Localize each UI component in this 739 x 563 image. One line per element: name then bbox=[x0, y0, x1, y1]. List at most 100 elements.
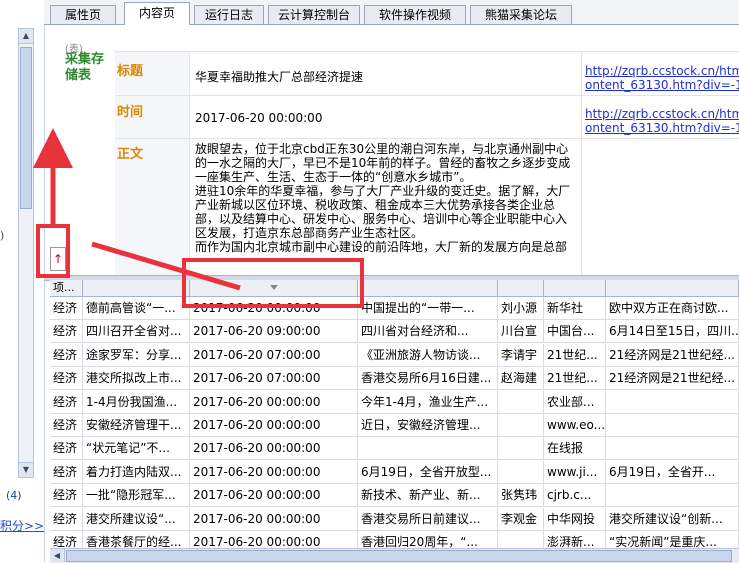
grid-cell[interactable]: 刘小源 bbox=[498, 297, 544, 320]
grid-header-cell[interactable] bbox=[498, 280, 544, 296]
grid-cell[interactable]: 香港回归20周年，“... bbox=[358, 531, 498, 548]
grid-header-cell[interactable] bbox=[606, 280, 739, 296]
grid-cell[interactable]: 21世纪... bbox=[544, 367, 606, 391]
grid-cell[interactable]: 澎湃新... bbox=[544, 531, 606, 548]
grid-cell[interactable]: 新华社 bbox=[544, 297, 606, 320]
grid-cell[interactable]: 港交所拟改上市... bbox=[83, 367, 190, 391]
grid-cell[interactable]: 中国提出的“一带一... bbox=[358, 297, 498, 320]
grid-cell[interactable]: 2017-06-20 00:00:00 bbox=[190, 297, 358, 320]
grid-horizontal-scrollbar[interactable]: ◀ bbox=[50, 548, 739, 563]
left-vertical-scrollbar[interactable]: ▲ ▼ bbox=[18, 28, 34, 478]
grid-cell[interactable]: 2017-06-20 07:00:00 bbox=[190, 343, 358, 367]
tab-properties[interactable]: 属性页 bbox=[50, 5, 116, 24]
scroll-thumb[interactable] bbox=[66, 550, 732, 562]
grid-cell[interactable]: 经济 bbox=[50, 320, 83, 344]
grid-cell[interactable]: 21世纪... bbox=[544, 343, 606, 367]
grid-cell[interactable]: 经济 bbox=[50, 414, 83, 437]
grid-cell[interactable]: 2017-06-20 00:00:00 bbox=[190, 390, 358, 414]
grid-cell[interactable]: 6月19日，全省开放型... bbox=[358, 460, 498, 484]
grid-cell[interactable]: 2017-06-20 00:00:00 bbox=[190, 507, 358, 531]
grid-cell[interactable]: 2017-06-20 00:00:00 bbox=[190, 414, 358, 437]
grid-cell[interactable]: 经济 bbox=[50, 507, 83, 531]
grid-cell[interactable]: 《亚洲旅游人物访谈... bbox=[358, 343, 498, 367]
grid-cell[interactable]: 农业部... bbox=[544, 390, 606, 414]
grid-cell[interactable]: www.ji... bbox=[544, 460, 606, 484]
grid-cell[interactable]: 香港茶餐厅的经... bbox=[83, 531, 190, 548]
grid-cell[interactable]: 2017-06-20 00:00:00 bbox=[190, 460, 358, 484]
url-link-time[interactable]: http://zqrb.ccstock.cn/html/20 ontent_63… bbox=[585, 107, 739, 135]
grid-header-cell[interactable] bbox=[358, 280, 498, 296]
grid-cell[interactable]: 近日，安徽经济管理... bbox=[358, 414, 498, 437]
grid-cell[interactable]: 安徽经济管理干... bbox=[83, 414, 190, 437]
tab-cloud-console[interactable]: 云计算控制台 bbox=[268, 5, 360, 24]
grid-cell[interactable]: 中国台... bbox=[544, 320, 606, 344]
tab-video[interactable]: 软件操作视频 bbox=[364, 5, 466, 24]
grid-cell[interactable]: 赵海建 bbox=[498, 367, 544, 391]
grid-cell[interactable] bbox=[498, 460, 544, 484]
grid-cell[interactable]: 香港交易所日前建议... bbox=[358, 507, 498, 531]
scroll-down-icon[interactable]: ▼ bbox=[19, 462, 33, 477]
grid-cell[interactable]: 川台宣 bbox=[498, 320, 544, 344]
grid-cell[interactable]: 2017-06-20 09:00:00 bbox=[190, 320, 358, 344]
grid-cell[interactable]: 6月14日至15日，四川... bbox=[606, 320, 739, 344]
scroll-left-icon[interactable]: ◀ bbox=[50, 549, 65, 562]
points-link[interactable]: 积分>> bbox=[0, 517, 44, 534]
grid-cell[interactable]: 2017-06-20 00:00:00 bbox=[190, 531, 358, 548]
grid-cell[interactable]: 21经济网是21世纪经... bbox=[606, 367, 739, 391]
grid-cell[interactable]: 1-4月份我国渔... bbox=[83, 390, 190, 414]
grid-cell[interactable]: 经济 bbox=[50, 297, 83, 320]
grid-header-cell[interactable] bbox=[544, 280, 606, 296]
grid-cell[interactable] bbox=[606, 390, 739, 414]
grid-cell[interactable]: 6月19日，全省开... bbox=[606, 460, 739, 484]
grid-cell[interactable]: 张隽玮 bbox=[498, 484, 544, 508]
scroll-up-icon[interactable]: ▲ bbox=[19, 29, 33, 44]
grid-cell[interactable]: 经济 bbox=[50, 531, 83, 548]
grid-cell[interactable]: www.eo... bbox=[544, 414, 606, 437]
grid-cell[interactable]: 经济 bbox=[50, 343, 83, 367]
grid-cell[interactable]: 经济 bbox=[50, 460, 83, 484]
grid-header-cell[interactable]: 项... bbox=[50, 280, 83, 296]
grid-cell[interactable] bbox=[606, 484, 739, 508]
grid-cell[interactable]: cjrb.c... bbox=[544, 484, 606, 508]
grid-cell[interactable]: 四川省对台经济和... bbox=[358, 320, 498, 344]
grid-cell[interactable]: 经济 bbox=[50, 367, 83, 391]
grid-cell[interactable] bbox=[498, 531, 544, 548]
grid-cell[interactable]: 一批“隐形冠军... bbox=[83, 484, 190, 508]
grid-cell[interactable]: “实况新闻”是重庆... bbox=[606, 531, 739, 548]
grid-cell[interactable]: 德前高管谈“一... bbox=[83, 297, 190, 320]
grid-cell[interactable]: 欧中双方正在商讨欧... bbox=[606, 297, 739, 320]
grid-cell[interactable] bbox=[498, 414, 544, 437]
tab-content[interactable]: 内容页 bbox=[124, 2, 190, 25]
grid-cell[interactable] bbox=[498, 437, 544, 461]
grid-cell[interactable]: 新技术、新产业、新... bbox=[358, 484, 498, 508]
grid-cell[interactable]: 经济 bbox=[50, 484, 83, 508]
grid-cell[interactable]: 在线报 bbox=[544, 437, 606, 461]
grid-cell[interactable]: 经济 bbox=[50, 437, 83, 461]
grid-cell[interactable]: 途家罗军：分享... bbox=[83, 343, 190, 367]
url-link-title[interactable]: http://zqrb.ccstock.cn/html/20 ontent_63… bbox=[585, 64, 739, 92]
grid-cell[interactable]: 2017-06-20 07:00:00 bbox=[190, 367, 358, 391]
grid-cell[interactable]: 港交所建议设“创新... bbox=[606, 507, 739, 531]
grid-cell[interactable]: 四川召开全省对... bbox=[83, 320, 190, 344]
grid-cell[interactable]: 中华网投 bbox=[544, 507, 606, 531]
grid-cell[interactable]: 今年1-4月，渔业生产... bbox=[358, 390, 498, 414]
grid-cell[interactable]: 香港交易所6月16日建... bbox=[358, 367, 498, 391]
grid-cell[interactable]: “状元笔记”不... bbox=[83, 437, 190, 461]
grid-cell[interactable]: 21经济网是21世纪经... bbox=[606, 343, 739, 367]
grid-cell[interactable]: 2017-06-20 00:00:00 bbox=[190, 437, 358, 461]
grid-cell[interactable] bbox=[358, 437, 498, 461]
grid-cell[interactable]: 李请宇 bbox=[498, 343, 544, 367]
scroll-thumb[interactable] bbox=[20, 47, 32, 209]
grid-cell[interactable]: 着力打造内陆双... bbox=[83, 460, 190, 484]
tab-run-log[interactable]: 运行日志 bbox=[194, 5, 264, 24]
tab-forum[interactable]: 熊猫采集论坛 bbox=[470, 5, 572, 24]
grid-cell[interactable]: 经济 bbox=[50, 390, 83, 414]
grid-cell[interactable]: 李观金 bbox=[498, 507, 544, 531]
grid-header-cell[interactable] bbox=[83, 280, 190, 296]
grid-cell[interactable] bbox=[606, 414, 739, 437]
toggle-panel-button[interactable]: ↑ bbox=[50, 247, 66, 271]
grid-cell[interactable]: 港交所建议设“... bbox=[83, 507, 190, 531]
grid-cell[interactable] bbox=[498, 390, 544, 414]
grid-cell[interactable] bbox=[606, 437, 739, 461]
grid-cell[interactable]: 2017-06-20 00:00:00 bbox=[190, 484, 358, 508]
